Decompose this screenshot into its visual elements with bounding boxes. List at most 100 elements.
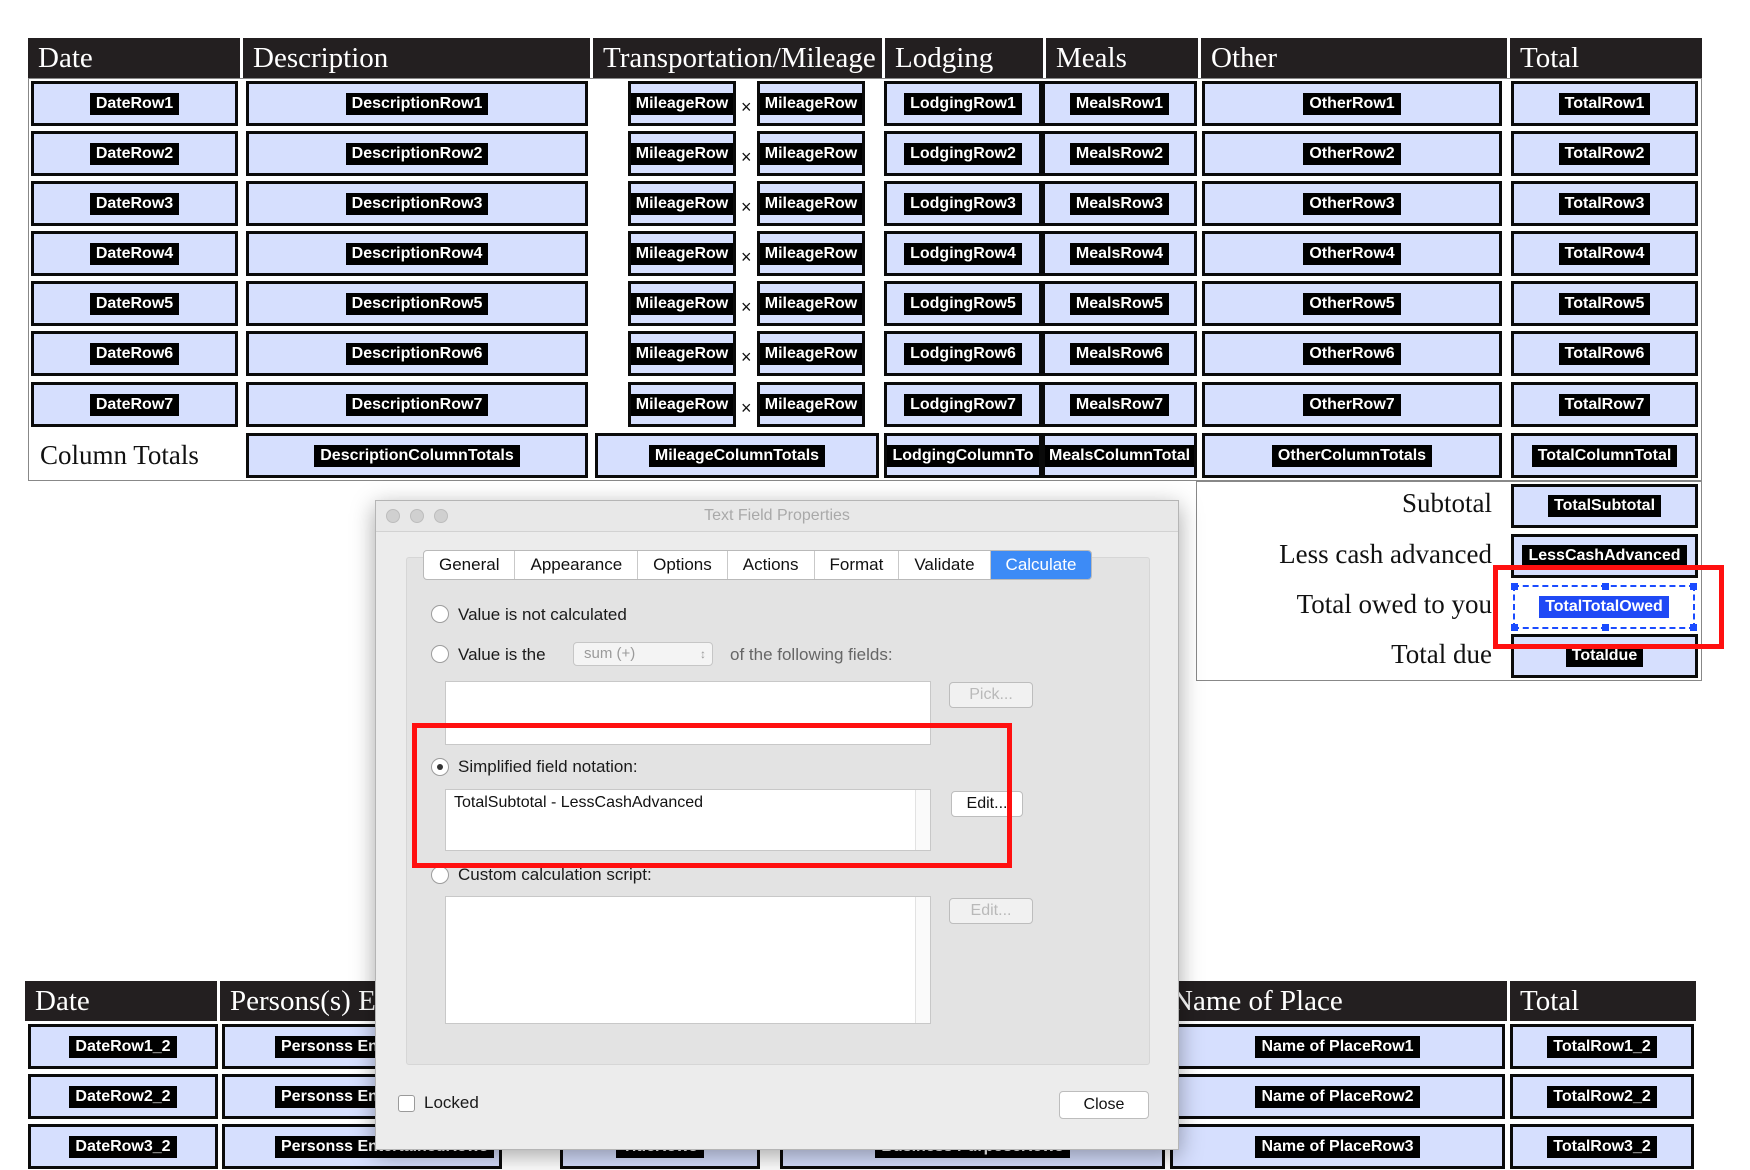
other-column-totals-field[interactable]: OtherColumnTotals [1202, 433, 1502, 478]
description-field[interactable]: DescriptionRow2 [246, 131, 588, 176]
date-field[interactable]: DateRow7 [31, 382, 238, 427]
mileage-b-field[interactable]: MileageRow [757, 281, 865, 326]
field-name: MileageRow [760, 92, 862, 115]
lodging-field[interactable]: LodgingRow1 [884, 81, 1042, 126]
total-row2-2-field[interactable]: TotalRow2_2 [1510, 1074, 1694, 1119]
description-field[interactable]: DescriptionRow4 [246, 231, 588, 276]
close-button[interactable]: Close [1059, 1091, 1149, 1119]
field-name: LodgingRow3 [904, 192, 1022, 215]
custom-script-textarea[interactable] [445, 896, 931, 1024]
place-row1-field[interactable]: Name of PlaceRow1 [1170, 1024, 1505, 1069]
mileage-b-field[interactable]: MileageRow [757, 382, 865, 427]
other-field[interactable]: OtherRow2 [1202, 131, 1502, 176]
radio-value-is-the[interactable] [431, 645, 449, 663]
other-field[interactable]: OtherRow3 [1202, 181, 1502, 226]
mileage-a-field[interactable]: MileageRow [628, 281, 736, 326]
lodging-field[interactable]: LodgingRow2 [884, 131, 1042, 176]
date-field[interactable]: DateRow3 [31, 181, 238, 226]
meals-field[interactable]: MealsRow4 [1042, 231, 1197, 276]
total-field[interactable]: TotalRow3 [1511, 181, 1698, 226]
field-name: MileageRow [760, 142, 862, 165]
multiply-icon: × [741, 97, 752, 117]
field-name: TotalRow6 [1558, 342, 1651, 365]
total-field[interactable]: TotalRow2 [1511, 131, 1698, 176]
lodging-field[interactable]: LodgingRow3 [884, 181, 1042, 226]
tab-actions[interactable]: Actions [728, 551, 815, 579]
scrollbar[interactable] [915, 897, 930, 1023]
date-row3-2-field[interactable]: DateRow3_2 [28, 1124, 218, 1169]
meals-field[interactable]: MealsRow2 [1042, 131, 1197, 176]
mileage-column-totals-field[interactable]: MileageColumnTotals [595, 433, 879, 478]
lodging-field[interactable]: LodgingRow5 [884, 281, 1042, 326]
tab-options[interactable]: Options [638, 551, 728, 579]
mileage-a-field[interactable]: MileageRow [628, 382, 736, 427]
other-field[interactable]: OtherRow6 [1202, 331, 1502, 376]
persons-row1-field[interactable]: Personss En [222, 1024, 382, 1069]
radio-custom-script[interactable] [431, 866, 449, 884]
lodging-field[interactable]: LodgingRow7 [884, 382, 1042, 427]
date-field[interactable]: DateRow1 [31, 81, 238, 126]
tab-format[interactable]: Format [815, 551, 900, 579]
radio-not-calculated[interactable] [431, 605, 449, 623]
field-name: LodgingColumnTo [887, 444, 1039, 467]
total-row1-2-field[interactable]: TotalRow1_2 [1510, 1024, 1694, 1069]
date-field[interactable]: DateRow5 [31, 281, 238, 326]
pick-button[interactable]: Pick... [949, 682, 1033, 708]
field-name: TotalColumnTotal [1531, 444, 1678, 467]
mileage-b-field[interactable]: MileageRow [757, 181, 865, 226]
description-field[interactable]: DescriptionRow1 [246, 81, 588, 126]
total-field[interactable]: TotalRow6 [1511, 331, 1698, 376]
date-field[interactable]: DateRow6 [31, 331, 238, 376]
tab-validate[interactable]: Validate [899, 551, 991, 579]
other-field[interactable]: OtherRow4 [1202, 231, 1502, 276]
total-field[interactable]: TotalRow5 [1511, 281, 1698, 326]
mileage-b-field[interactable]: MileageRow [757, 331, 865, 376]
tab-appearance[interactable]: Appearance [515, 551, 639, 579]
lodging-field[interactable]: LodgingRow6 [884, 331, 1042, 376]
mileage-b-field[interactable]: MileageRow [757, 231, 865, 276]
total-field[interactable]: TotalRow4 [1511, 231, 1698, 276]
total-field[interactable]: TotalRow1 [1511, 81, 1698, 126]
description-field[interactable]: DescriptionRow5 [246, 281, 588, 326]
operation-select[interactable]: sum (+) ↕ [573, 642, 713, 666]
other-field[interactable]: OtherRow5 [1202, 281, 1502, 326]
edit-script-button[interactable]: Edit... [949, 898, 1033, 924]
other-field[interactable]: OtherRow1 [1202, 81, 1502, 126]
place-row3-field[interactable]: Name of PlaceRow3 [1170, 1124, 1505, 1169]
description-field[interactable]: DescriptionRow7 [246, 382, 588, 427]
total-column-total-field[interactable]: TotalColumnTotal [1511, 433, 1698, 478]
tab-general[interactable]: General [424, 551, 516, 579]
total-subtotal-field[interactable]: TotalSubtotal [1511, 484, 1698, 528]
mileage-a-field[interactable]: MileageRow [628, 231, 736, 276]
mileage-a-field[interactable]: MileageRow [628, 131, 736, 176]
place-row2-field[interactable]: Name of PlaceRow2 [1170, 1074, 1505, 1119]
meals-field[interactable]: MealsRow3 [1042, 181, 1197, 226]
lodging-column-totals-field[interactable]: LodgingColumnTo [884, 433, 1042, 478]
meals-field[interactable]: MealsRow1 [1042, 81, 1197, 126]
meals-field[interactable]: MealsRow6 [1042, 331, 1197, 376]
description-column-totals-field[interactable]: DescriptionColumnTotals [246, 433, 588, 478]
mileage-b-field[interactable]: MileageRow [757, 81, 865, 126]
tab-calculate[interactable]: Calculate [990, 551, 1092, 579]
meals-field[interactable]: MealsRow7 [1042, 382, 1197, 427]
date-field[interactable]: DateRow4 [31, 231, 238, 276]
total-row3-2-field[interactable]: TotalRow3_2 [1510, 1124, 1694, 1169]
date-row2-2-field[interactable]: DateRow2_2 [28, 1074, 218, 1119]
persons-row2-field[interactable]: Personss En [222, 1074, 382, 1119]
date-row1-2-field[interactable]: DateRow1_2 [28, 1024, 218, 1069]
mileage-a-field[interactable]: MileageRow [628, 181, 736, 226]
other-field[interactable]: OtherRow7 [1202, 382, 1502, 427]
meals-column-totals-field[interactable]: MealsColumnTotal [1042, 433, 1197, 478]
date-field[interactable]: DateRow2 [31, 131, 238, 176]
mileage-a-field[interactable]: MileageRow [628, 331, 736, 376]
locked-checkbox[interactable] [398, 1095, 415, 1112]
description-field[interactable]: DescriptionRow3 [246, 181, 588, 226]
dialog-titlebar[interactable]: Text Field Properties [376, 501, 1178, 532]
field-name: OtherRow5 [1303, 292, 1401, 315]
lodging-field[interactable]: LodgingRow4 [884, 231, 1042, 276]
mileage-b-field[interactable]: MileageRow [757, 131, 865, 176]
mileage-a-field[interactable]: MileageRow [628, 81, 736, 126]
total-field[interactable]: TotalRow7 [1511, 382, 1698, 427]
meals-field[interactable]: MealsRow5 [1042, 281, 1197, 326]
description-field[interactable]: DescriptionRow6 [246, 331, 588, 376]
